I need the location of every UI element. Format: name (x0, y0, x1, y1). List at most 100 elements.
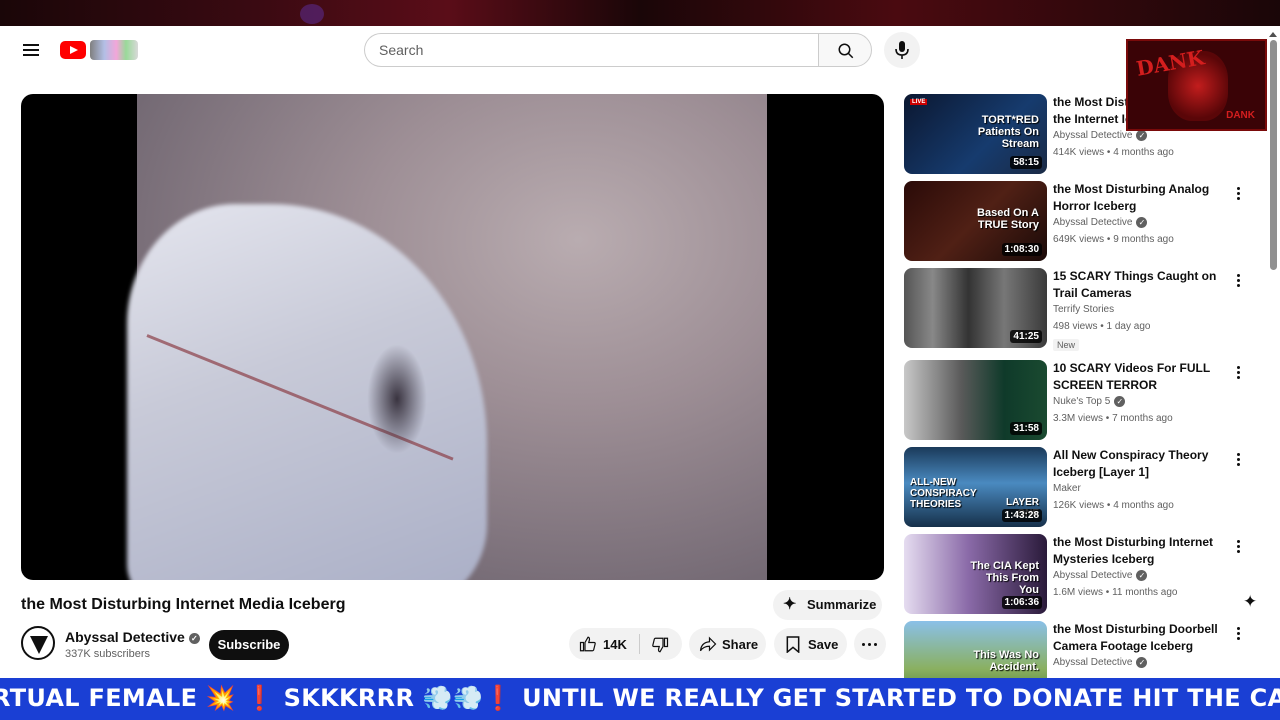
menu-icon (23, 44, 39, 46)
recommendation-title: the Most Disturbing Internet Mysteries Ic… (1053, 534, 1218, 568)
kebab-icon[interactable] (1232, 451, 1244, 469)
video-thumbnail: 31:58 (904, 360, 1047, 440)
dislike-icon (652, 637, 669, 653)
recommendation-title-line2: Mysteries Iceberg (1053, 552, 1155, 566)
youtube-page: the Most Disturbing Internet Media Icebe… (0, 26, 1280, 678)
sparkle-icon: ✦ (783, 596, 797, 613)
duration-badge: 41:25 (1010, 330, 1042, 343)
recommendation-title-line1: the Most Disturbing Internet (1053, 535, 1213, 549)
recommendation-title: All New Conspiracy Theory Iceberg [Layer … (1053, 447, 1218, 481)
recommendation-channel-name: Abyssal Detective (1053, 657, 1133, 669)
share-button[interactable]: Share (689, 628, 766, 660)
new-badge: New (1053, 339, 1080, 351)
recommendation-meta: 498 views • 1 day ago (1053, 321, 1151, 332)
recommendation-title-line2: Horror Iceberg (1053, 199, 1137, 213)
recommendation-title-line2: Camera Footage Iceberg (1053, 639, 1194, 653)
thumbnail-text: Based On A TRUE Story (977, 207, 1039, 231)
recommendation-title-line2: Trail Cameras (1053, 286, 1132, 300)
thumbnail-text: ALL-NEW CONSPIRACY THEORIES (910, 477, 977, 510)
recommendation-meta: 649K views • 9 months ago (1053, 234, 1174, 245)
streamer-webcam-overlay: DANK DANK (1126, 39, 1267, 131)
search-button[interactable] (818, 33, 872, 67)
recommendation-channel[interactable]: Nuke's Top 5 ✓ (1053, 396, 1126, 407)
save-button[interactable]: Save (774, 628, 847, 660)
page-scrollbar[interactable] (1268, 40, 1278, 678)
ask-sparkle-icon[interactable]: ✦ (1243, 592, 1257, 612)
recommendation-meta: 3.3M views • 7 months ago (1053, 413, 1173, 424)
verified-icon: ✓ (1136, 130, 1148, 141)
recommendation-title-line1: the Most Disturbing Doorbell (1053, 622, 1218, 636)
recommendation-title-line1: 10 SCARY Videos For FULL (1053, 361, 1211, 375)
menu-icon-bar (23, 49, 39, 51)
search-input[interactable] (364, 33, 819, 67)
youtube-play-icon (60, 41, 86, 59)
share-icon (699, 636, 717, 652)
save-label: Save (808, 637, 839, 652)
recommendation-title: the Most Disturbing Analog Horror Iceberg (1053, 181, 1218, 215)
video-title: the Most Disturbing Internet Media Icebe… (21, 596, 346, 613)
recommendation-channel[interactable]: Abyssal Detective ✓ (1053, 570, 1148, 582)
scroll-up-arrow[interactable] (1269, 32, 1277, 37)
recommendation-channel-name: Abyssal Detective (1053, 130, 1133, 142)
recommendation-item[interactable]: This Was No Accident. the Most Disturbin… (904, 621, 1259, 678)
kebab-icon[interactable] (1232, 625, 1244, 643)
recommendation-item[interactable]: ALL-NEW CONSPIRACY THEORIES LAYER ONE 1:… (904, 447, 1259, 529)
video-thumbnail: LIVE TORT*RED Patients On Stream 58:15 (904, 94, 1047, 174)
save-icon (786, 636, 800, 653)
kebab-icon[interactable] (1232, 364, 1244, 382)
like-dislike-group: 14K (569, 628, 682, 660)
recommendation-meta: 414K views • 4 months ago (1053, 147, 1174, 158)
scrollbar-thumb[interactable] (1270, 40, 1277, 270)
live-badge: LIVE (910, 99, 928, 105)
video-scene-cloth (127, 204, 487, 580)
video-thumbnail: ALL-NEW CONSPIRACY THEORIES LAYER ONE 1:… (904, 447, 1047, 527)
video-thumbnail: This Was No Accident. (904, 621, 1047, 678)
recommendation-channel-name: Abyssal Detective (1053, 570, 1133, 582)
voice-search-button[interactable] (884, 32, 920, 68)
recommendation-channel[interactable]: Maker (1053, 483, 1081, 494)
duration-badge: 1:08:30 (1001, 243, 1042, 256)
video-thumbnail: The CIA Kept This From You 1:06:36 (904, 534, 1047, 614)
like-button[interactable]: 14K (569, 628, 637, 660)
recommendation-channel[interactable]: Abyssal Detective ✓ (1053, 130, 1148, 142)
kebab-icon[interactable] (1232, 272, 1244, 290)
summarize-button[interactable]: ✦ Summarize (773, 590, 882, 620)
recommendation-channel[interactable]: Abyssal Detective ✓ (1053, 217, 1148, 228)
subscribe-button[interactable]: Subscribe (209, 630, 289, 660)
recommendation-title-line1: 15 SCARY Things Caught on (1053, 269, 1217, 283)
youtube-logo[interactable] (60, 38, 140, 62)
recommendation-item[interactable]: The CIA Kept This From You 1:06:36 the M… (904, 534, 1259, 616)
recommendation-title-line2: Iceberg [Layer 1] (1053, 465, 1150, 479)
like-count: 14K (603, 637, 627, 652)
channel-name-text: Abyssal Detective (65, 629, 185, 645)
recommendation-meta: 1.6M views • 11 months ago (1053, 587, 1178, 598)
like-icon (579, 636, 596, 652)
more-icon (862, 643, 878, 646)
thumbnail-text: TORT*RED Patients On Stream (977, 114, 1039, 150)
video-thumbnail: 41:25 (904, 268, 1047, 348)
video-player[interactable] (21, 94, 884, 580)
thumbnail-text: The CIA Kept This From You (970, 560, 1039, 596)
recommendation-item[interactable]: 31:58 10 SCARY Videos For FULL SCREEN TER… (904, 360, 1259, 442)
recommendation-channel-name: Maker (1053, 483, 1081, 494)
kebab-icon[interactable] (1232, 538, 1244, 556)
duration-badge: 1:06:36 (1001, 596, 1042, 609)
duration-badge: 31:58 (1010, 422, 1042, 435)
menu-button[interactable] (20, 39, 42, 61)
channel-name[interactable]: Abyssal Detective ✓ (65, 629, 200, 645)
logo-doodle (90, 40, 138, 60)
dislike-button[interactable] (645, 628, 681, 660)
kebab-icon[interactable] (1232, 185, 1244, 203)
subscriber-count: 337K subscribers (65, 648, 150, 660)
recommendation-item[interactable]: 41:25 15 SCARY Things Caught on Trail Cam… (904, 268, 1259, 351)
recommendation-channel[interactable]: Terrify Stories (1053, 304, 1114, 315)
video-frame (127, 94, 767, 580)
duration-badge: 58:15 (1010, 156, 1042, 169)
recommendation-item[interactable]: Based On A TRUE Story 1:08:30 the Most D… (904, 181, 1259, 263)
verified-icon: ✓ (1136, 657, 1148, 668)
recommendation-channel[interactable]: Abyssal Detective ✓ (1053, 657, 1148, 669)
menu-icon-bar (23, 54, 39, 56)
recommendation-title: 10 SCARY Videos For FULL SCREEN TERROR (1053, 360, 1218, 394)
channel-avatar[interactable] (21, 626, 55, 660)
more-actions-button[interactable] (854, 628, 886, 660)
